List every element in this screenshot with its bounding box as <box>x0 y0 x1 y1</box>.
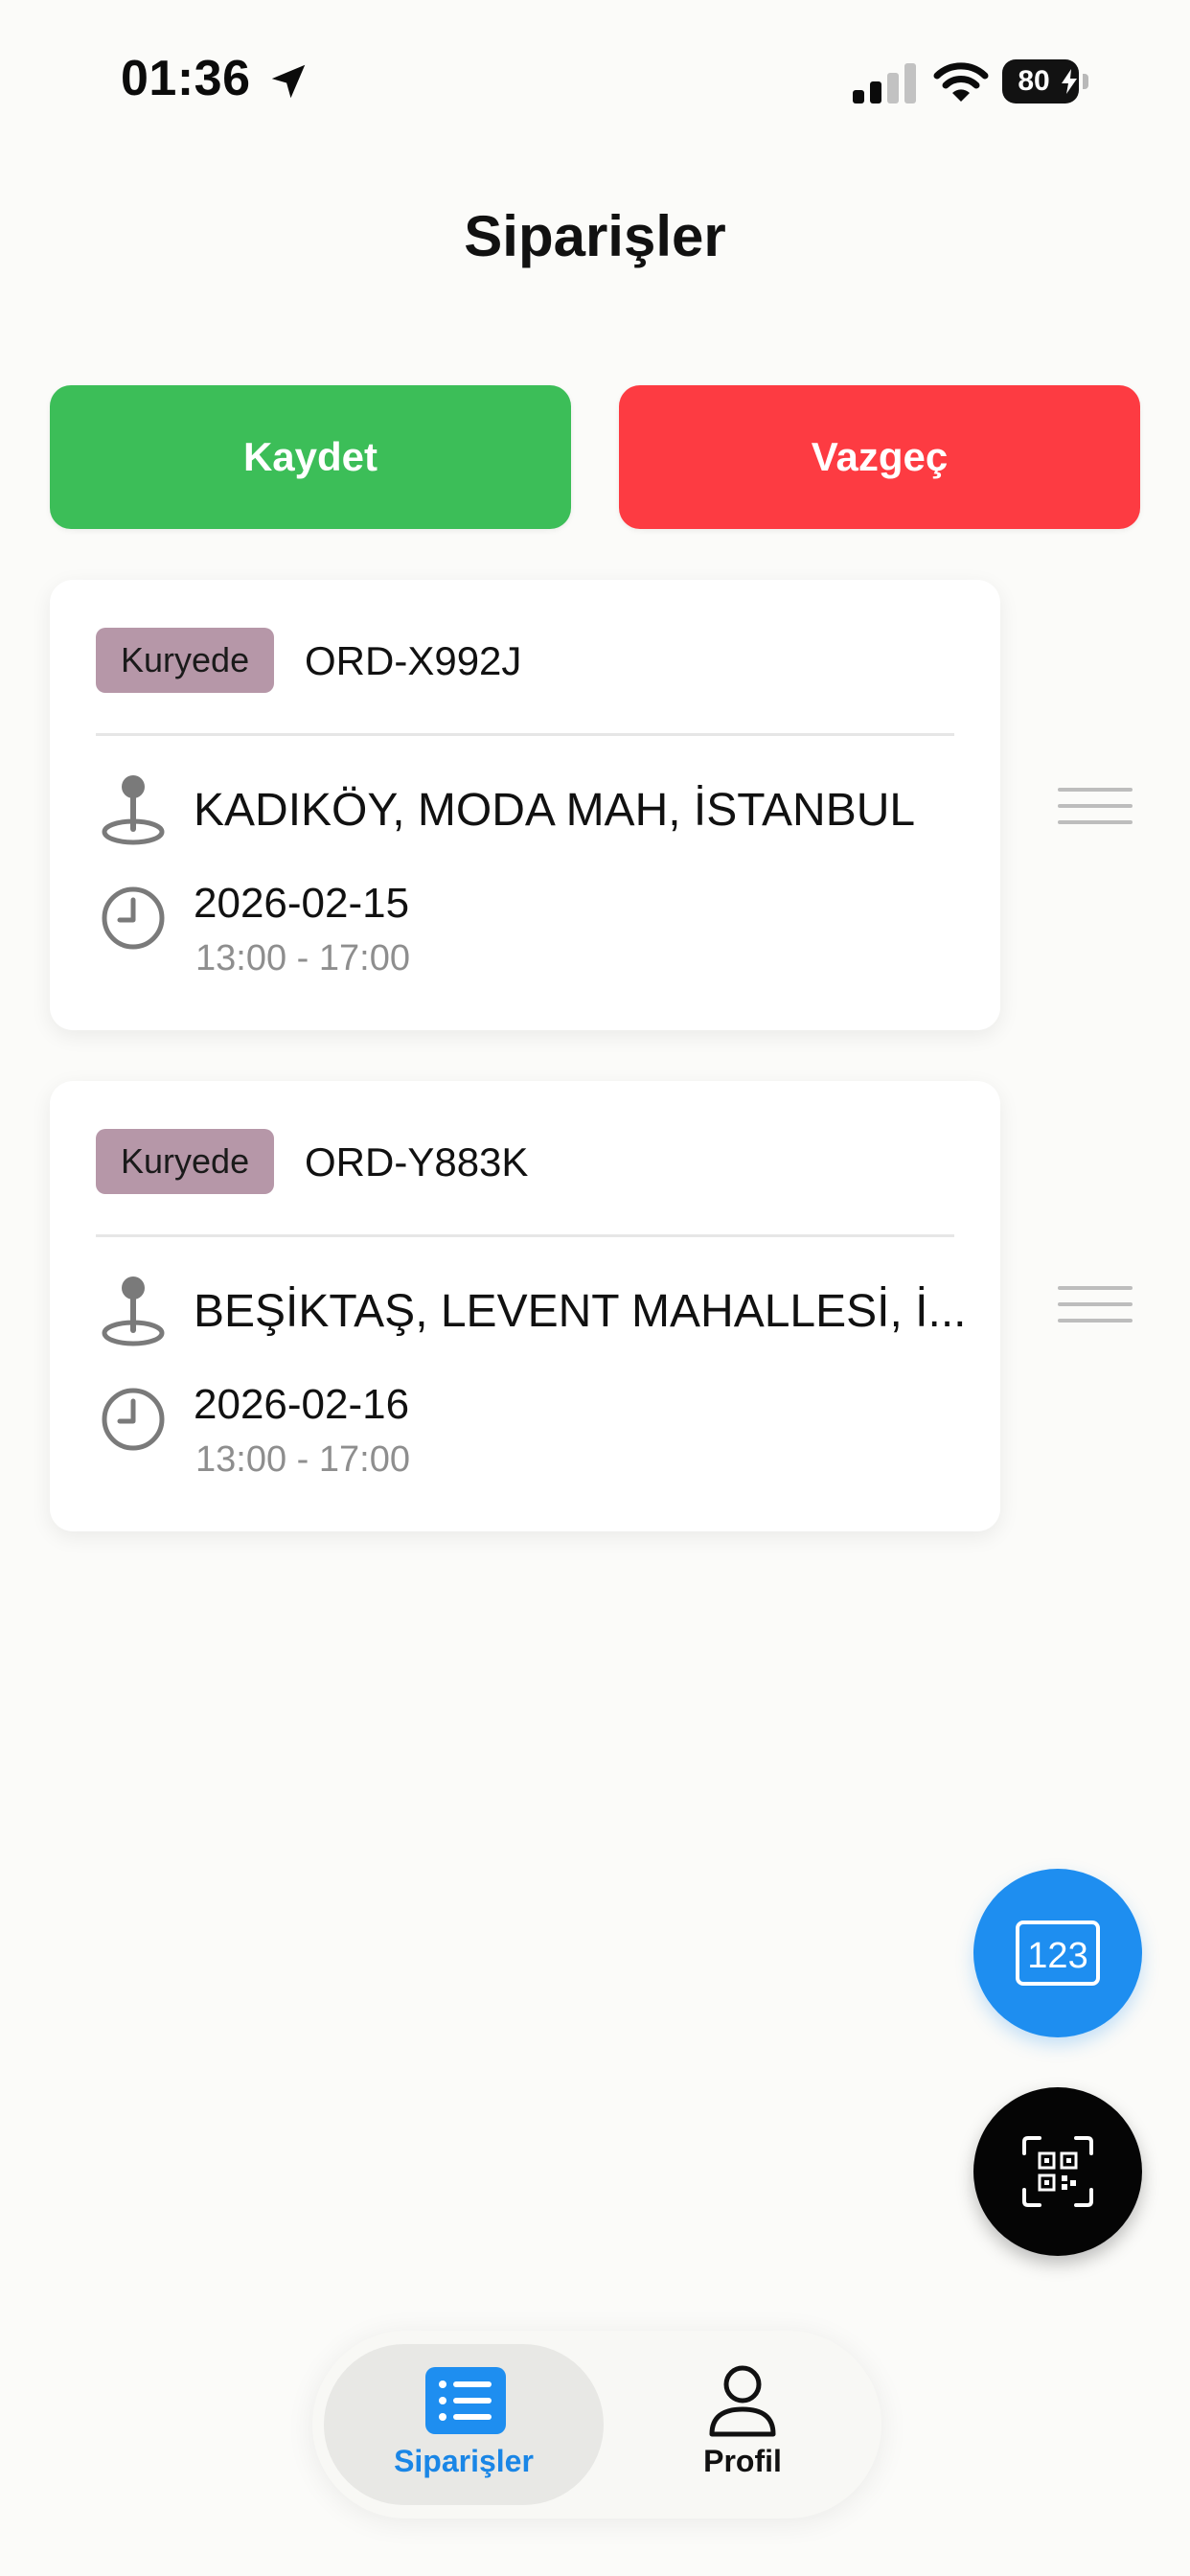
qr-scan-icon <box>1022 2136 1093 2207</box>
order-time-window: 13:00 - 17:00 <box>195 938 410 978</box>
order-card[interactable]: Kuryede ORD-X992J KADIKÖY, MODA MAH, İST… <box>50 580 1000 1030</box>
status-time: 01:36 <box>121 51 251 106</box>
number-pad-label: 123 <box>1027 1936 1087 1976</box>
tab-orders[interactable]: Siparişler <box>324 2344 604 2505</box>
order-id: ORD-Y883K <box>305 1139 529 1184</box>
battery-icon: 80 <box>1002 59 1090 104</box>
bottom-tab-bar: Siparişler Profil <box>312 2331 881 2518</box>
clock-icon <box>102 1388 165 1451</box>
person-icon <box>709 2365 776 2437</box>
drag-handle-icon[interactable] <box>1058 786 1133 826</box>
tab-profile[interactable]: Profil <box>617 2344 868 2505</box>
qr-scan-button[interactable] <box>973 2087 1142 2256</box>
location-arrow-icon <box>271 64 306 99</box>
tab-profile-label: Profil <box>703 2444 782 2478</box>
list-icon <box>425 2367 506 2434</box>
number-entry-button[interactable]: 123 <box>973 1869 1142 2037</box>
battery-level: 80 <box>1018 65 1050 97</box>
charging-bolt-icon <box>1062 69 1077 94</box>
card-divider <box>96 1234 954 1237</box>
order-date: 2026-02-15 <box>194 880 410 927</box>
tab-orders-label: Siparişler <box>394 2444 534 2478</box>
card-divider <box>96 733 954 736</box>
save-button[interactable]: Kaydet <box>50 385 571 529</box>
clock-icon <box>102 886 165 950</box>
map-pin-icon <box>102 775 165 845</box>
status-badge: Kuryede <box>96 1129 275 1194</box>
wifi-icon <box>933 62 989 102</box>
map-pin-icon <box>102 1276 165 1346</box>
order-date: 2026-02-16 <box>194 1381 410 1428</box>
order-address: BEŞİKTAŞ, LEVENT MAHALLESİ, İ... <box>194 1286 967 1337</box>
page-title: Siparişler <box>464 204 726 268</box>
order-time-window: 13:00 - 17:00 <box>195 1439 410 1480</box>
status-bar: 01:36 80 <box>0 0 1190 163</box>
status-badge: Kuryede <box>96 628 275 693</box>
cancel-button[interactable]: Vazgeç <box>619 385 1140 529</box>
order-id: ORD-X992J <box>305 638 522 683</box>
order-card[interactable]: Kuryede ORD-Y883K BEŞİKTAŞ, LEVENT MAHAL… <box>50 1081 1000 1531</box>
drag-handle-icon[interactable] <box>1058 1284 1133 1324</box>
order-address: KADIKÖY, MODA MAH, İSTANBUL <box>194 785 916 836</box>
cellular-signal-icon <box>853 63 916 104</box>
number-pad-icon: 123 <box>1016 1920 1100 1986</box>
